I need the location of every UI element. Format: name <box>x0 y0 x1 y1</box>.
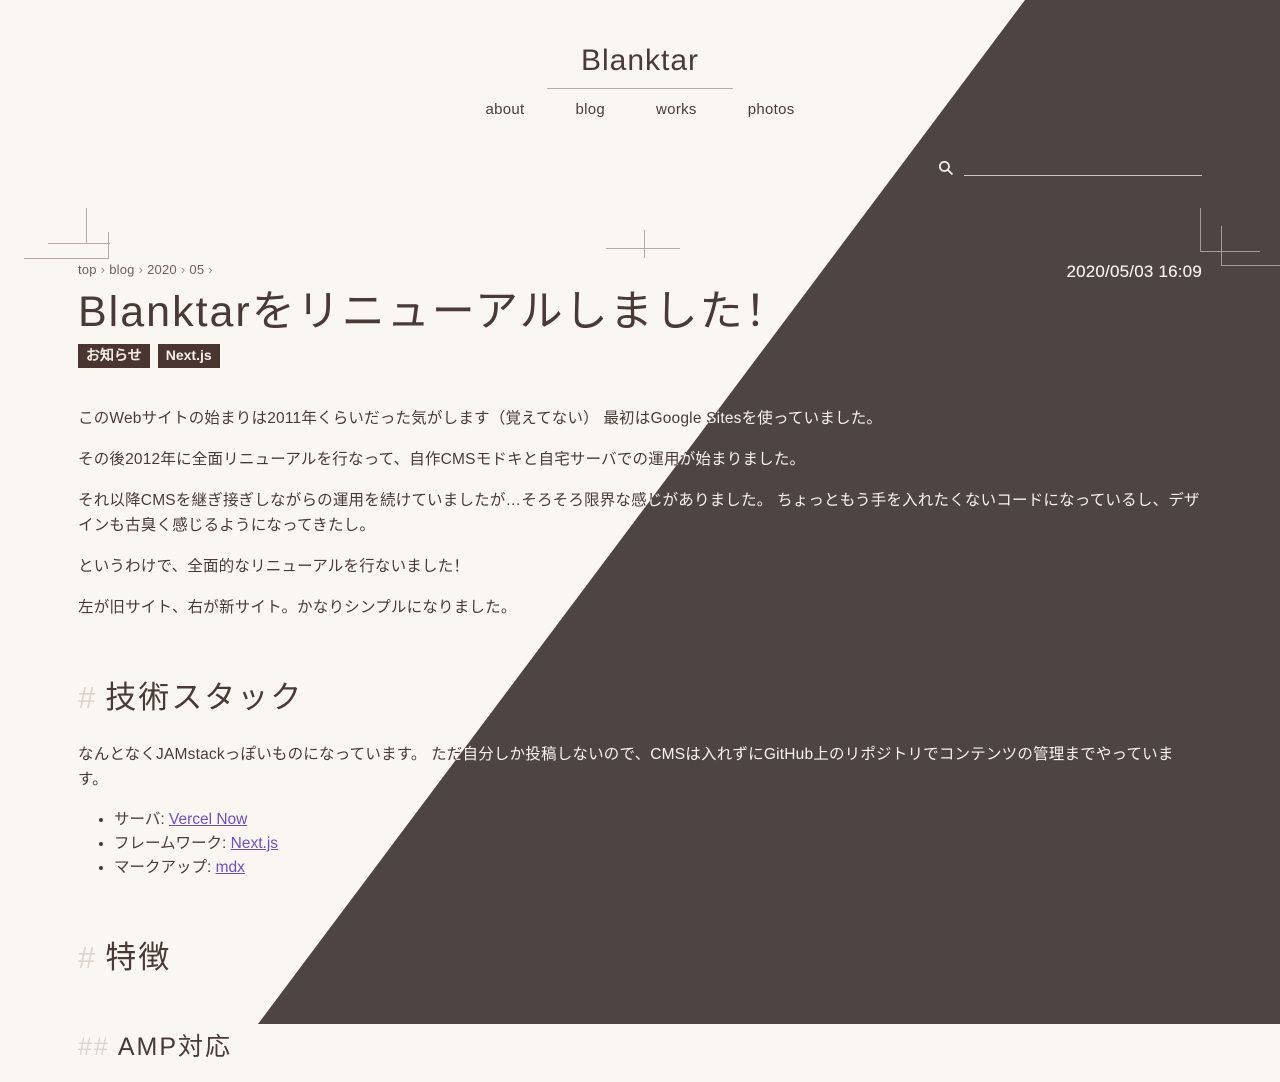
hash-marker: # <box>78 680 98 715</box>
title-underline-rule <box>547 88 733 89</box>
breadcrumb-separator: › <box>138 262 144 277</box>
link-nextjs[interactable]: Next.js <box>231 835 278 852</box>
hash-marker: ## <box>78 1033 110 1061</box>
nav-item-blog[interactable]: blog <box>575 101 605 118</box>
nav-item-photos[interactable]: photos <box>748 101 795 118</box>
link-vercel-now[interactable]: Vercel Now <box>169 811 247 828</box>
tag-nextjs[interactable]: Next.js <box>157 344 220 368</box>
breadcrumb-item-05[interactable]: 05 <box>189 262 204 277</box>
breadcrumb-item-2020[interactable]: 2020 <box>147 262 177 277</box>
heading-amp-support: ## AMP対応 <box>78 1030 1202 1064</box>
breadcrumb-separator: › <box>208 262 213 277</box>
search-box[interactable] <box>938 160 1202 176</box>
search-icon <box>939 161 953 175</box>
list-item-label: サーバ: <box>114 811 169 828</box>
publish-date: 2020/05/03 16:09 <box>1066 262 1202 281</box>
search-input-underline[interactable] <box>964 174 1202 176</box>
list-item-label: フレームワーク: <box>114 835 231 852</box>
breadcrumb-item-top[interactable]: top <box>78 262 97 277</box>
link-mdx[interactable]: mdx <box>216 859 245 876</box>
heading-amp-support-label: AMP対応 <box>117 1033 232 1061</box>
breadcrumb-separator: › <box>100 262 106 277</box>
heading-features-label: 特徴 <box>105 940 172 975</box>
heading-tech-stack-label: 技術スタック <box>105 680 304 715</box>
nav-item-about[interactable]: about <box>485 101 524 118</box>
breadcrumb-item-blog[interactable]: blog <box>109 262 134 277</box>
tag-oshirase[interactable]: お知らせ <box>78 344 150 368</box>
decoration-crosshair-right <box>1192 200 1280 280</box>
breadcrumb-separator: › <box>180 262 186 277</box>
hash-marker: # <box>78 940 98 975</box>
nav-item-works[interactable]: works <box>656 101 697 118</box>
decoration-crosshair-middle <box>606 222 686 262</box>
list-item-label: マークアップ: <box>114 859 216 876</box>
